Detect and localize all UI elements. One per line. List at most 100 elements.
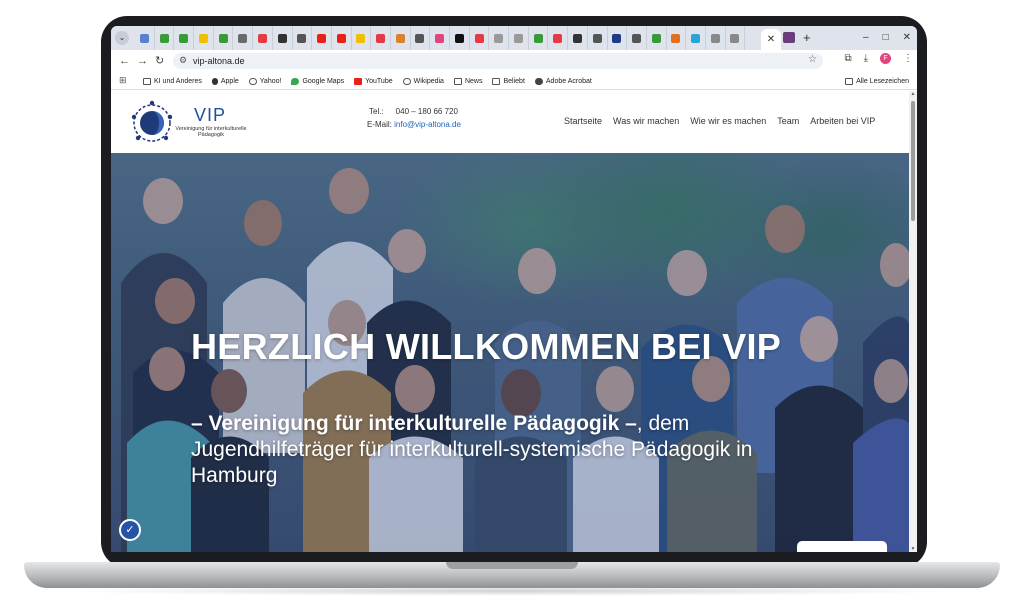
bookmark-google-maps[interactable]: Google Maps (291, 77, 344, 85)
tab-favicon-icon (395, 33, 405, 43)
nav-arbeiten-bei-vip[interactable]: Arbeiten bei VIP (810, 115, 875, 127)
tab-inactive[interactable] (529, 26, 549, 50)
new-tab-button[interactable]: + (803, 30, 811, 46)
all-bookmarks-button[interactable]: Alle Lesezeichen (845, 72, 909, 90)
tab-inactive[interactable] (371, 26, 391, 50)
nav-startseite[interactable]: Startseite (564, 115, 602, 127)
tab-inactive[interactable] (135, 26, 155, 50)
bookmark-star-icon[interactable]: ☆ (808, 54, 817, 65)
url-text[interactable]: vip-altona.de (193, 55, 245, 67)
all-bookmarks-label: Alle Lesezeichen (856, 77, 909, 85)
logo-text[interactable]: VIP (194, 105, 226, 125)
back-button[interactable]: ← (119, 54, 130, 68)
maximize-button[interactable]: □ (883, 31, 889, 45)
tab-inactive[interactable] (174, 26, 195, 50)
bookmark-yahoo[interactable]: Yahoo! (248, 77, 282, 85)
tab-search-button[interactable]: ⌄ (115, 31, 129, 45)
bookmark-label: YouTube (365, 77, 393, 85)
tab-inactive[interactable] (253, 26, 273, 50)
tab-inactive[interactable] (411, 26, 431, 50)
tab-favicon-icon (513, 33, 523, 43)
page-scrollbar[interactable]: ▲ ▼ (909, 91, 917, 552)
phone-number[interactable]: 040 – 180 66 720 (396, 107, 458, 116)
tab-favicon-icon (474, 33, 484, 43)
laptop-notch (446, 562, 578, 569)
nav-wie-wir-es-machen[interactable]: Wie wir es machen (690, 115, 766, 127)
tab-inactive[interactable] (470, 26, 490, 50)
tab-favicon-icon (572, 33, 582, 43)
scroll-down-icon[interactable]: ▼ (909, 546, 917, 552)
browser-toolbar: ← → ↻ ⚙ vip-altona.de ☆ ⧉ ⤓ F ⋮ (111, 50, 917, 72)
close-window-button[interactable]: ✕ (903, 31, 911, 45)
bookmark-apple[interactable]: Apple (211, 77, 239, 85)
tab-inactive[interactable] (509, 26, 529, 50)
profile-avatar[interactable]: F (880, 53, 891, 64)
extensions-icon[interactable]: ⧉ (844, 53, 851, 64)
tab-inactive[interactable] (608, 26, 628, 50)
tab-inactive[interactable] (293, 26, 313, 50)
vip-logo-icon[interactable] (129, 100, 175, 146)
address-bar[interactable]: ⚙ vip-altona.de ☆ (173, 53, 823, 69)
tab-inactive[interactable] (155, 26, 175, 50)
tab-inactive[interactable] (273, 26, 293, 50)
tab-inactive[interactable] (489, 26, 510, 50)
tab-inactive[interactable] (686, 26, 706, 50)
tab-favicon-icon (336, 33, 346, 43)
bookmark-youtube[interactable]: YouTube (354, 77, 393, 85)
apps-grid-icon[interactable]: ⊞ (119, 75, 127, 86)
cookie-card[interactable] (797, 541, 887, 552)
contact-email: E-Mail: info@vip-altona.de (367, 120, 461, 130)
tab-favicon-icon (730, 33, 740, 43)
tab-inactive[interactable] (783, 32, 795, 43)
bookmark-beliebt[interactable]: Beliebt (492, 77, 525, 85)
close-icon[interactable]: ✕ (767, 34, 775, 45)
tab-favicon-icon (553, 33, 563, 43)
tab-inactive[interactable] (312, 26, 332, 50)
tab-favicon-icon (533, 33, 543, 43)
bookmark-wikipedia[interactable]: Wikipedia (402, 77, 444, 85)
more-menu-icon[interactable]: ⋮ (903, 53, 913, 64)
hero-subtitle: – Vereinigung für interkulturelle Pädago… (191, 411, 841, 489)
tab-favicon-icon (317, 33, 327, 43)
tab-favicon-icon (612, 33, 622, 43)
tab-favicon-icon (691, 33, 701, 43)
bookmark-adobe-acrobat[interactable]: Adobe Acrobat (534, 77, 592, 85)
scroll-up-icon[interactable]: ▲ (909, 91, 917, 97)
bookmark-ki-und-anderes[interactable]: KI und Anderes (143, 77, 202, 85)
tab-inactive[interactable] (430, 26, 450, 50)
tab-favicon-icon (297, 33, 307, 43)
minimize-button[interactable]: – (863, 31, 869, 45)
bookmark-news[interactable]: News (453, 77, 482, 85)
tab-active-vip[interactable]: ✕ (761, 29, 781, 50)
tab-inactive[interactable] (647, 26, 667, 50)
bookmark-label: Beliebt (503, 77, 525, 85)
tab-inactive[interactable] (548, 26, 569, 50)
tab-inactive[interactable] (568, 26, 588, 50)
tab-inactive[interactable] (726, 26, 746, 50)
webpage: VIP Vereinigung für interkulturelle Päda… (111, 91, 909, 552)
tab-inactive[interactable] (627, 26, 647, 50)
tab-inactive[interactable] (194, 26, 214, 50)
tab-inactive[interactable] (352, 26, 372, 50)
tab-inactive[interactable] (667, 26, 687, 50)
bookmark-label: Yahoo! (259, 77, 282, 85)
scroll-thumb[interactable] (911, 101, 915, 221)
folder-icon (492, 77, 501, 85)
tab-inactive[interactable] (391, 26, 411, 50)
download-icon[interactable]: ⤓ (864, 53, 868, 64)
reload-button[interactable]: ↻ (155, 54, 164, 68)
tab-inactive[interactable] (214, 26, 234, 50)
hero-title: HERZLICH WILLKOMMEN BEI VIP (191, 326, 782, 367)
nav-was-wir-machen[interactable]: Was wir machen (613, 115, 679, 127)
forward-button[interactable]: → (137, 54, 148, 68)
email-link[interactable]: info@vip-altona.de (394, 120, 461, 129)
tab-inactive[interactable] (706, 26, 726, 50)
tab-inactive[interactable] (588, 26, 608, 50)
tab-inactive[interactable] (233, 26, 254, 50)
accessibility-button[interactable]: ✓ (119, 519, 141, 541)
acrobat-icon (534, 77, 543, 85)
tab-inactive[interactable] (450, 26, 470, 50)
nav-team[interactable]: Team (777, 115, 799, 127)
site-info-icon[interactable]: ⚙ (179, 55, 187, 66)
tab-inactive[interactable] (332, 26, 352, 50)
